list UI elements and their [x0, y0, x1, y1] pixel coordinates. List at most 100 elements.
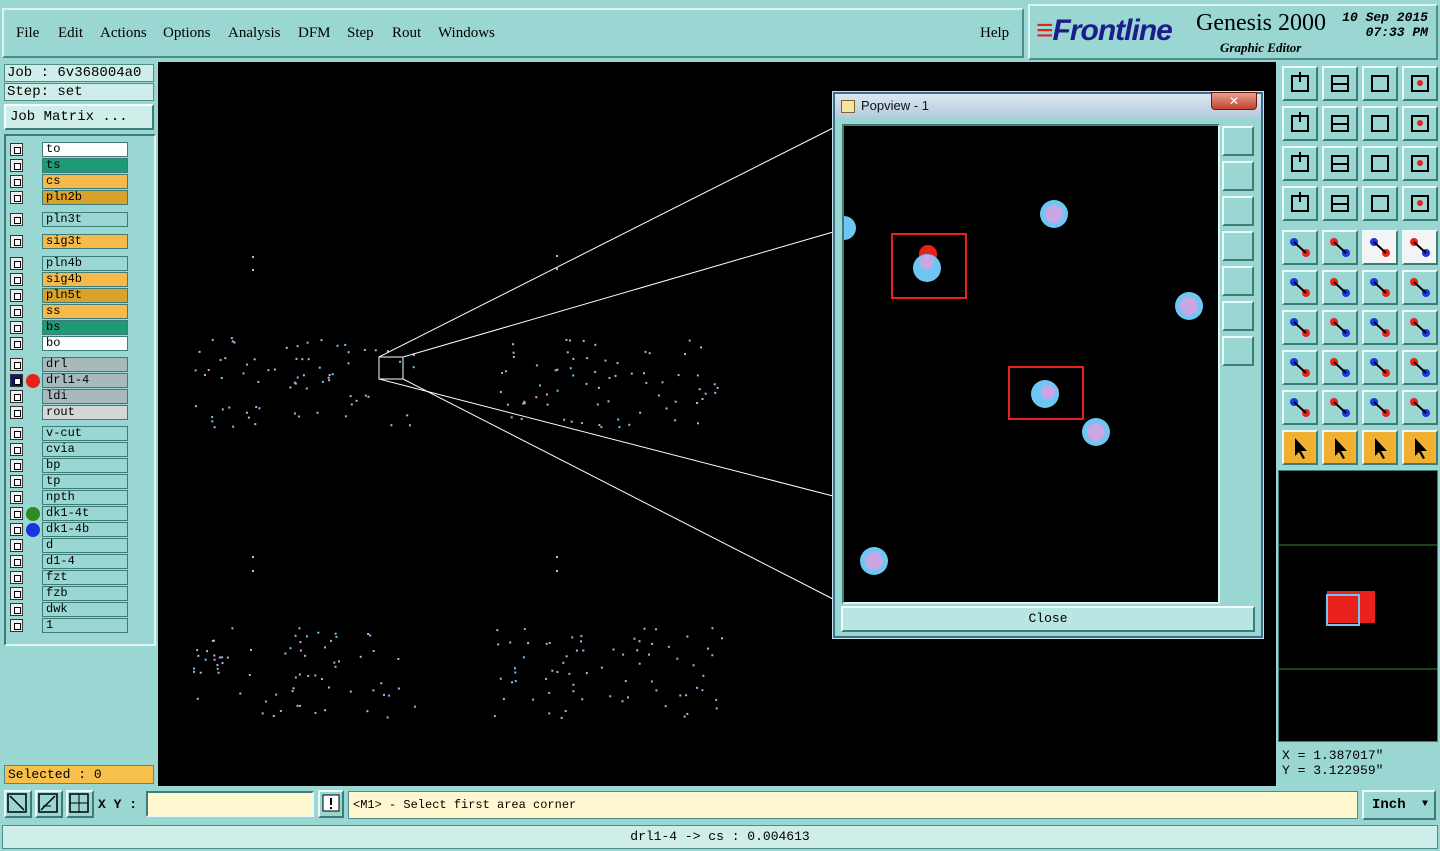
ratio-icon[interactable]: [1362, 146, 1398, 181]
layer-checkbox[interactable]: [10, 603, 23, 616]
popview-zoom-icon[interactable]: [1222, 301, 1254, 331]
layer-checkbox[interactable]: [10, 305, 23, 318]
layer-name[interactable]: tp: [42, 474, 128, 489]
job-matrix-button[interactable]: Job Matrix ...: [4, 104, 154, 130]
layer-name[interactable]: cvia: [42, 442, 128, 457]
pointer-route-icon[interactable]: [1362, 430, 1398, 465]
layer-name[interactable]: bs: [42, 320, 128, 335]
layer-name[interactable]: ss: [42, 304, 128, 319]
layer-checkbox[interactable]: [10, 289, 23, 302]
layer-name[interactable]: pln3t: [42, 212, 128, 227]
layer-checkbox[interactable]: [10, 619, 23, 632]
window-close-icon[interactable]: ✕: [1211, 92, 1257, 110]
layer-checkbox[interactable]: [10, 459, 23, 472]
line-dash-icon[interactable]: [1322, 350, 1358, 385]
probe-icon[interactable]: [1282, 186, 1318, 221]
arc-c-icon[interactable]: [1362, 390, 1398, 425]
layer-name[interactable]: drl: [42, 357, 128, 372]
cross-select-icon[interactable]: [1322, 230, 1358, 265]
arrow-node-b-icon[interactable]: [1402, 270, 1438, 305]
layer-checkbox[interactable]: [10, 358, 23, 371]
layer-name[interactable]: sig4b: [42, 272, 128, 287]
layer-checkbox[interactable]: [10, 571, 23, 584]
move-pad-icon[interactable]: [1282, 350, 1318, 385]
popview-down-icon[interactable]: [1222, 196, 1254, 226]
layer-checkbox[interactable]: [10, 143, 23, 156]
octagon-icon[interactable]: [1402, 230, 1438, 265]
layer-name[interactable]: to: [42, 142, 128, 157]
layer-name[interactable]: dk1-4b: [42, 522, 128, 537]
menu-windows[interactable]: Windows: [438, 25, 495, 42]
zoom-out-right-icon[interactable]: [1322, 106, 1358, 141]
layer-name[interactable]: drl1-4: [42, 373, 128, 388]
layer-checkbox[interactable]: [10, 443, 23, 456]
layer-checkbox[interactable]: [10, 273, 23, 286]
menu-help[interactable]: Help: [980, 25, 1009, 42]
house-icon[interactable]: [1362, 66, 1398, 101]
layer-checkbox[interactable]: [10, 555, 23, 568]
cross-node-icon[interactable]: [1322, 270, 1358, 305]
arc-d-icon[interactable]: [1402, 390, 1438, 425]
pointer-box-icon[interactable]: [1322, 430, 1358, 465]
grid-snap-icon[interactable]: [66, 790, 94, 818]
layer-name[interactable]: npth: [42, 490, 128, 505]
popview-titlebar[interactable]: Popview - 1 ✕: [835, 92, 1261, 118]
ruler-icon[interactable]: [1362, 230, 1398, 265]
layer-name[interactable]: d1-4: [42, 554, 128, 569]
nodes-icon[interactable]: [1282, 270, 1318, 305]
menu-options[interactable]: Options: [163, 25, 211, 42]
menu-edit[interactable]: Edit: [58, 25, 83, 42]
popview-left-icon[interactable]: [1222, 231, 1254, 261]
layer-checkbox[interactable]: [10, 337, 23, 350]
layer-name[interactable]: pln2b: [42, 190, 128, 205]
layer-checkbox[interactable]: [10, 213, 23, 226]
layer-name[interactable]: sig3t: [42, 234, 128, 249]
mirror-icon[interactable]: [1402, 310, 1438, 345]
layer-name[interactable]: pln4b: [42, 256, 128, 271]
overview-map[interactable]: [1278, 470, 1438, 742]
layer-name[interactable]: ldi: [42, 389, 128, 404]
arc-a-icon[interactable]: [1282, 390, 1318, 425]
layer-name[interactable]: rout: [42, 405, 128, 420]
net-icon[interactable]: [1322, 186, 1358, 221]
alert-icon[interactable]: [318, 790, 344, 818]
zoom-area-icon[interactable]: [4, 790, 32, 818]
arrow-node-icon[interactable]: [1362, 270, 1398, 305]
home-down-icon[interactable]: [1322, 66, 1358, 101]
layer-name[interactable]: fzt: [42, 570, 128, 585]
line-blue-icon[interactable]: [1322, 310, 1358, 345]
measure-icon[interactable]: [35, 790, 63, 818]
popview-center-icon[interactable]: [1222, 336, 1254, 366]
layer-name[interactable]: pln5t: [42, 288, 128, 303]
menu-step[interactable]: Step: [347, 25, 374, 42]
layer-checkbox[interactable]: [10, 507, 23, 520]
layers-b-icon[interactable]: [1402, 186, 1438, 221]
layer-checkbox[interactable]: [10, 235, 23, 248]
xy-input[interactable]: [146, 791, 314, 817]
layer-checkbox[interactable]: [10, 406, 23, 419]
menu-dfm[interactable]: DFM: [298, 25, 331, 42]
layer-name[interactable]: d: [42, 538, 128, 553]
layer-checkbox[interactable]: [10, 475, 23, 488]
shape-icon[interactable]: [1402, 350, 1438, 385]
menu-analysis[interactable]: Analysis: [228, 25, 281, 42]
layer-checkbox[interactable]: [10, 523, 23, 536]
popview-close-button[interactable]: Close: [841, 606, 1255, 632]
zoom-in-left-icon[interactable]: [1282, 106, 1318, 141]
layer-checkbox[interactable]: [10, 159, 23, 172]
layer-checkbox[interactable]: [10, 175, 23, 188]
layer-checkbox[interactable]: [10, 491, 23, 504]
layers-a-icon[interactable]: [1362, 186, 1398, 221]
layer-checkbox[interactable]: [10, 427, 23, 440]
home-up-icon[interactable]: [1282, 66, 1318, 101]
layer-name[interactable]: 1: [42, 618, 128, 633]
layer-name[interactable]: v-cut: [42, 426, 128, 441]
popview-up-icon[interactable]: [1222, 161, 1254, 191]
zoom-center-icon[interactable]: [1322, 146, 1358, 181]
help-icon[interactable]: [1402, 146, 1438, 181]
pointer-icon[interactable]: [1282, 430, 1318, 465]
layer-name[interactable]: bo: [42, 336, 128, 351]
layer-checkbox[interactable]: [10, 390, 23, 403]
popview-canvas[interactable]: [832, 124, 1220, 604]
layer-checkbox[interactable]: [10, 321, 23, 334]
